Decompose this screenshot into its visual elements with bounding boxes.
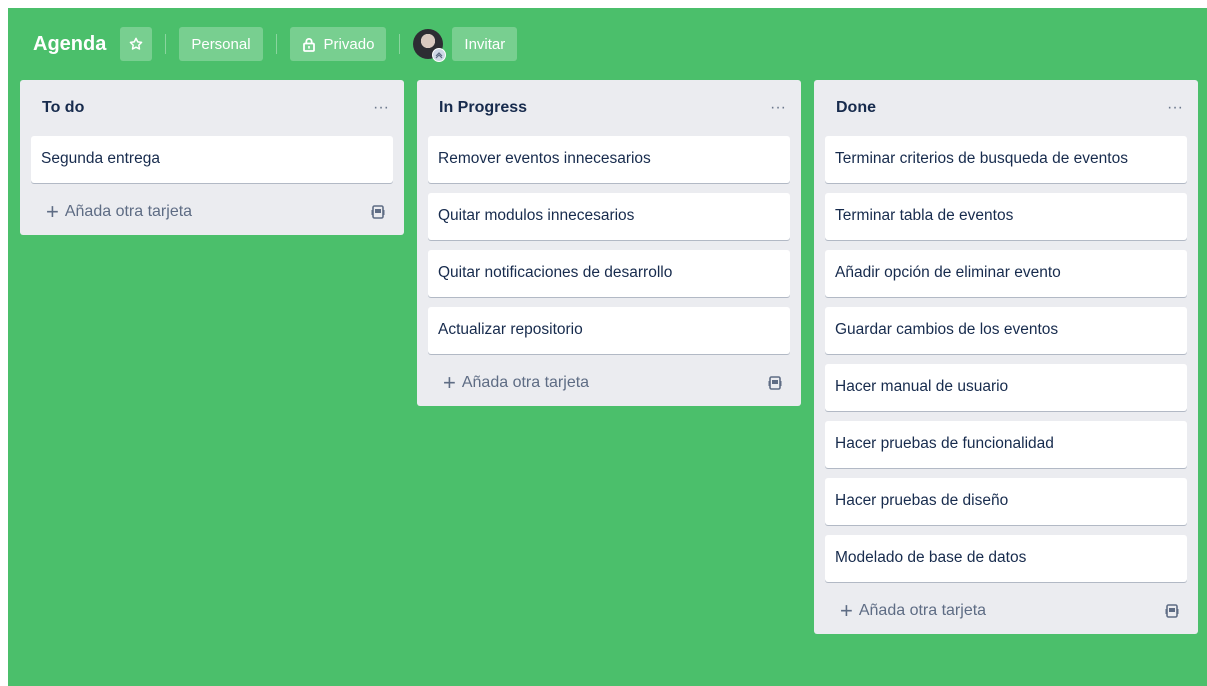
more-horizontal-icon[interactable]: ··· xyxy=(770,99,786,117)
header-divider xyxy=(165,34,167,54)
list-header: Done ··· xyxy=(825,80,1187,136)
add-card-row: + Añada otra tarjeta xyxy=(31,189,393,235)
add-card-button[interactable]: + Añada otra tarjeta xyxy=(46,201,192,223)
card-template-icon[interactable] xyxy=(1165,604,1179,618)
plus-icon: + xyxy=(840,598,853,623)
card-template-icon[interactable] xyxy=(371,205,385,219)
card[interactable]: Segunda entrega xyxy=(31,136,393,183)
invite-label: Invitar xyxy=(464,35,506,53)
admin-badge-icon xyxy=(432,48,447,62)
list-title[interactable]: To do xyxy=(42,99,84,117)
star-button[interactable] xyxy=(120,27,153,61)
card[interactable]: Terminar criterios de busqueda de evento… xyxy=(825,136,1187,183)
add-card-button[interactable]: + Añada otra tarjeta xyxy=(840,600,986,622)
plus-icon: + xyxy=(46,199,59,224)
board-title[interactable]: Agenda xyxy=(33,33,106,56)
card[interactable]: Quitar modulos innecesarios xyxy=(428,193,790,240)
member-avatar[interactable] xyxy=(413,29,447,62)
card[interactable]: Guardar cambios de los eventos xyxy=(825,307,1187,354)
plus-icon: + xyxy=(443,370,456,395)
board-header: Agenda Personal Privado Invitar xyxy=(8,8,1207,80)
list-header: In Progress ··· xyxy=(428,80,790,136)
add-card-label: Añada otra tarjeta xyxy=(64,203,193,220)
header-divider xyxy=(275,34,277,54)
card[interactable]: Hacer pruebas de diseño xyxy=(825,478,1187,525)
list-title[interactable]: Done xyxy=(836,99,876,117)
invite-button[interactable]: Invitar xyxy=(452,27,518,61)
board: Agenda Personal Privado Invitar To do ··… xyxy=(8,8,1207,686)
card[interactable]: Actualizar repositorio xyxy=(428,307,790,354)
lock-icon xyxy=(302,37,316,52)
header-divider xyxy=(399,34,401,54)
card[interactable]: Hacer pruebas de funcionalidad xyxy=(825,421,1187,468)
list-header: To do ··· xyxy=(31,80,393,136)
card[interactable]: Hacer manual de usuario xyxy=(825,364,1187,411)
add-card-label: Añada otra tarjeta xyxy=(461,374,590,391)
star-icon xyxy=(128,36,144,52)
card[interactable]: Modelado de base de datos xyxy=(825,535,1187,582)
add-card-button[interactable]: + Añada otra tarjeta xyxy=(443,372,589,394)
team-label: Personal xyxy=(191,35,251,53)
list-done: Done ··· Terminar criterios de busqueda … xyxy=(814,80,1198,634)
card[interactable]: Quitar notificaciones de desarrollo xyxy=(428,250,790,297)
team-button[interactable]: Personal xyxy=(179,27,263,61)
add-card-row: + Añada otra tarjeta xyxy=(825,588,1187,634)
more-horizontal-icon[interactable]: ··· xyxy=(373,99,389,117)
more-horizontal-icon[interactable]: ··· xyxy=(1167,99,1183,117)
card-template-icon[interactable] xyxy=(768,376,782,390)
visibility-button[interactable]: Privado xyxy=(289,27,387,61)
list-title[interactable]: In Progress xyxy=(439,99,527,117)
card[interactable]: Remover eventos innecesarios xyxy=(428,136,790,183)
add-card-label: Añada otra tarjeta xyxy=(858,602,987,619)
card[interactable]: Terminar tabla de eventos xyxy=(825,193,1187,240)
add-card-row: + Añada otra tarjeta xyxy=(428,360,790,406)
list-to-do: To do ··· Segunda entrega + Añada otra t… xyxy=(20,80,404,235)
list-in-progress: In Progress ··· Remover eventos innecesa… xyxy=(417,80,801,406)
visibility-label: Privado xyxy=(323,35,375,53)
card[interactable]: Añadir opción de eliminar evento xyxy=(825,250,1187,297)
